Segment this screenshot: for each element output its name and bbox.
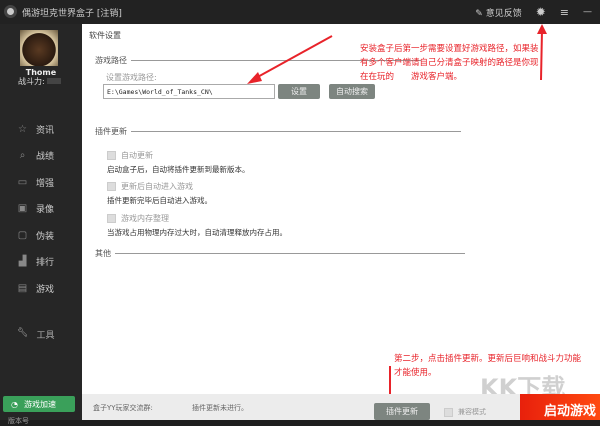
feedback-label: 意见反馈 bbox=[485, 8, 522, 19]
sidebar-item-rank[interactable]: ▟ 排行 bbox=[0, 249, 82, 276]
sidebar-item-record[interactable]: ⌕ 战绩 bbox=[0, 143, 82, 170]
bar-chart-icon: ▟ bbox=[18, 256, 27, 268]
sidebar-item-label: 资讯 bbox=[36, 125, 55, 136]
minimize-icon[interactable]: — bbox=[583, 7, 592, 17]
sidebar-item-label: 战绩 bbox=[36, 152, 55, 163]
settings-gear-icon[interactable]: ✹ bbox=[536, 5, 546, 19]
plugin-update-button[interactable]: 插件更新 bbox=[374, 403, 430, 420]
camo-icon: ▢ bbox=[17, 229, 28, 241]
title-bar: 偶游坦克世界盒子 [注销] ✎ 意见反馈 ✹ ≡ — bbox=[0, 0, 600, 24]
checkbox-box bbox=[444, 407, 453, 417]
sidebar-item-camo[interactable]: ▢ 伪装 bbox=[0, 222, 82, 249]
accelerate-label: 游戏加速 bbox=[23, 399, 56, 409]
game-accelerate-button[interactable]: ◔ 游戏加速 bbox=[3, 396, 75, 412]
window-title: 偶游坦克世界盒子 [注销] bbox=[22, 9, 122, 19]
annotation-arrows bbox=[247, 24, 547, 416]
sidebar-item-label: 排行 bbox=[36, 258, 55, 269]
wrench-icon: 🔧︎ bbox=[17, 328, 29, 338]
app-logo-icon bbox=[4, 5, 17, 18]
version-label: 版本号 bbox=[8, 417, 29, 425]
sidebar-item-label: 录像 bbox=[36, 205, 55, 216]
group-label: 盒子YY玩家交流群: bbox=[93, 404, 153, 412]
sidebar-item-label: 增强 bbox=[36, 178, 55, 189]
sidebar: Thome 战斗力: ☆ 资讯 ⌕ 战绩 ▭ 增强 ▣ 录像 ▢ 伪装 ▟ 排行 ▤ 游戏 🔧… bbox=[0, 24, 82, 425]
settings-panel: 软件设置 游戏路径 设置游戏路径: E:\Games\World_of_Tank… bbox=[82, 24, 600, 416]
sidebar-item-enhance[interactable]: ▭ 增强 bbox=[0, 169, 82, 196]
combat-power-label: 战斗力: bbox=[18, 76, 61, 87]
sidebar-item-game[interactable]: ▤ 游戏 bbox=[0, 275, 82, 302]
video-icon: ▣ bbox=[17, 203, 28, 215]
update-status: 插件更新未进行。 bbox=[192, 404, 248, 412]
briefcase-icon: ▭ bbox=[17, 176, 28, 188]
search-icon: ⌕ bbox=[19, 150, 26, 162]
tools-label: 工具 bbox=[36, 331, 55, 341]
start-game-button[interactable]: 启动游戏 bbox=[520, 394, 600, 420]
sidebar-item-news[interactable]: ☆ 资讯 bbox=[0, 116, 82, 143]
accelerate-icon: ◔ bbox=[11, 399, 18, 409]
gamepad-icon: ▤ bbox=[17, 282, 28, 294]
sidebar-item-replay[interactable]: ▣ 录像 bbox=[0, 196, 82, 223]
edit-icon: ✎ bbox=[475, 8, 483, 19]
sidebar-item-label: 伪装 bbox=[36, 231, 55, 242]
menu-icon[interactable]: ≡ bbox=[560, 6, 569, 19]
sidebar-item-label: 游戏 bbox=[36, 284, 55, 295]
star-icon: ☆ bbox=[18, 123, 27, 135]
compat-mode-checkbox[interactable]: 兼容模式 bbox=[444, 407, 486, 417]
avatar[interactable] bbox=[20, 30, 58, 66]
feedback-button[interactable]: ✎ 意见反馈 bbox=[475, 6, 521, 19]
sidebar-item-tools[interactable]: 🔧︎ 工具 bbox=[17, 328, 54, 341]
